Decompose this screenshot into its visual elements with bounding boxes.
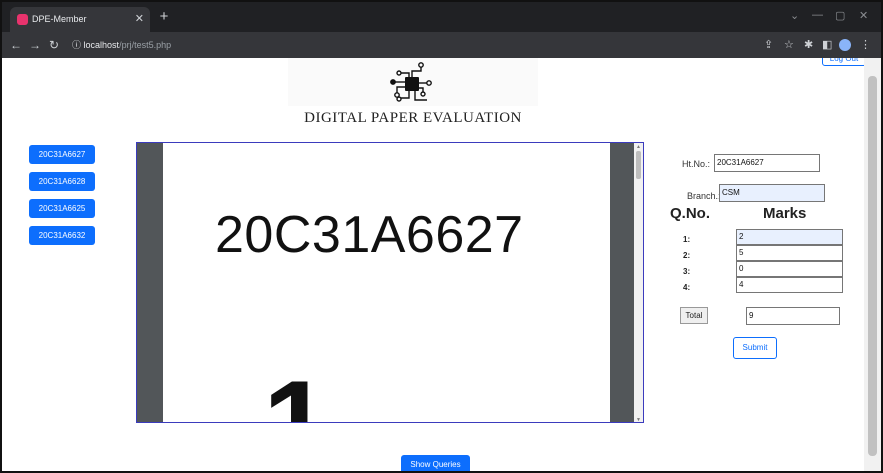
forward-icon[interactable]: → [29,36,41,54]
mark-input[interactable]: 5 [736,245,843,261]
student-button[interactable]: 20C31A6625 [29,199,95,218]
close-window-icon[interactable]: ✕ [859,9,868,22]
student-list: 20C31A6627 20C31A6628 20C31A6625 20C31A6… [29,145,95,253]
tab-search-icon[interactable]: ⌄ [790,9,799,22]
page-scroll-thumb[interactable] [868,76,877,456]
question-label: 2: [683,251,691,260]
question-label: 1: [683,235,691,244]
mark-input[interactable]: 0 [736,261,843,277]
marks-panel: Ht.No.: 20C31A6627 Branch.: CSM Q.No. Ma… [670,153,860,373]
mark-input[interactable]: 4 [736,277,843,293]
student-button[interactable]: 20C31A6628 [29,172,95,191]
url-host: localhost [83,40,120,50]
scroll-up-icon[interactable]: ▲ [636,144,641,150]
menu-icon[interactable]: ⋮ [860,37,871,53]
qno-header: Q.No. [670,205,710,222]
address-bar[interactable]: ⓘ localhost/prj/test5.php [72,36,752,54]
tab-bar: DPE-Member ✕ + ⌄ — ▢ ✕ [2,2,881,32]
info-icon[interactable]: ⓘ [72,40,81,50]
browser-window: DPE-Member ✕ + ⌄ — ▢ ✕ ← → ↻ ⓘ localhost… [0,0,883,473]
viewer-scrollbar[interactable]: ▲ ▼ [634,143,643,422]
viewer-scroll-thumb[interactable] [636,151,641,179]
branch-field[interactable]: CSM [719,184,825,202]
submit-button[interactable]: Submit [733,337,777,359]
student-button[interactable]: 20C31A6627 [29,145,95,164]
marks-header: Marks [763,205,807,222]
page-scrollbar[interactable] [864,58,881,471]
reload-icon[interactable]: ↻ [49,36,59,54]
logo-banner [288,58,538,106]
tab-close-icon[interactable]: ✕ [135,7,144,32]
browser-tab[interactable]: DPE-Member ✕ [10,7,150,32]
show-queries-button[interactable]: Show Queries [401,455,470,471]
logout-button[interactable]: Log Out [822,58,864,66]
answer-sheet-page: 20C31A6627 1 [163,143,610,423]
back-icon[interactable]: ← [10,36,22,54]
question-label: 4: [683,283,691,292]
mark-input[interactable]: 2 [736,229,843,245]
page-content: Log Out DIGITAL PAPER EVALUATION 20C31A6… [2,58,864,471]
new-tab-icon[interactable]: + [154,7,174,27]
total-field[interactable]: 9 [746,307,840,325]
htno-label: Ht.No.: [682,159,711,169]
answer-sheet-viewer[interactable]: 20C31A6627 1 ▲ ▼ [136,142,644,423]
profile-avatar[interactable] [839,39,851,51]
htno-field[interactable]: 20C31A6627 [714,154,820,172]
minimize-icon[interactable]: — [812,9,823,21]
extensions-icon[interactable]: ✱ [804,37,813,53]
student-button[interactable]: 20C31A6632 [29,226,95,245]
tab-title: DPE-Member [32,14,87,24]
scroll-down-icon[interactable]: ▼ [636,417,641,422]
question-label: 3: [683,267,691,276]
sidepanel-icon[interactable]: ◧ [822,37,832,53]
total-button[interactable]: Total [680,307,708,324]
maximize-icon[interactable]: ▢ [835,9,845,22]
answer-sheet-digit: 1 [263,356,330,423]
branch-label: Branch.: [687,191,721,201]
share-icon[interactable]: ⇪ [764,37,773,53]
bookmark-star-icon[interactable]: ☆ [784,37,794,53]
tab-favicon-icon [17,14,28,25]
site-title: DIGITAL PAPER EVALUATION [304,110,522,126]
url-path: /prj/test5.php [119,40,172,50]
circuit-chip-icon [390,62,432,102]
answer-sheet-htno: 20C31A6627 [215,206,524,264]
browser-toolbar: ← → ↻ ⓘ localhost/prj/test5.php ⇪ ☆ ✱ ◧ … [2,32,881,58]
